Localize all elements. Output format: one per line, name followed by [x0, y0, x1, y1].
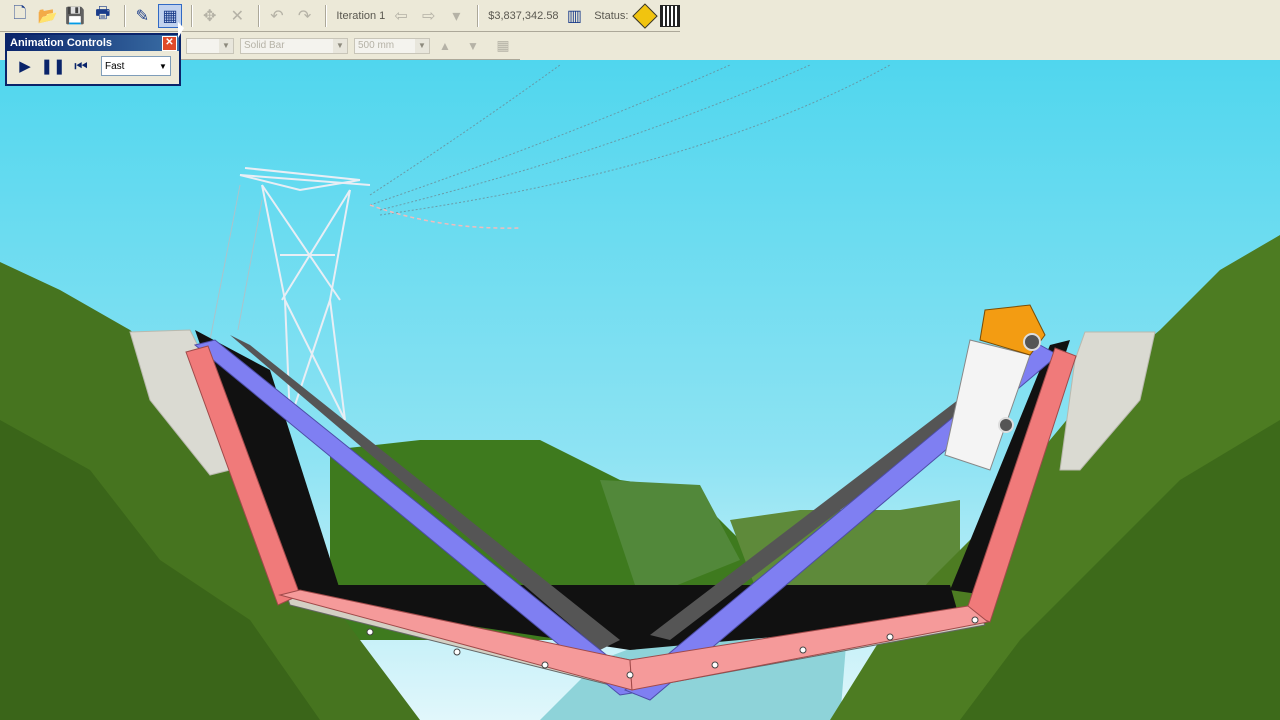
- redo-icon[interactable]: ↷: [293, 4, 317, 28]
- chevron-down-icon: ▼: [333, 38, 347, 53]
- speed-value: Fast: [105, 60, 125, 72]
- delete-icon[interactable]: ✕: [225, 4, 249, 28]
- size-select[interactable]: 500 mm ▼: [354, 37, 430, 54]
- previous-iteration-icon[interactable]: ⇦: [389, 4, 413, 28]
- close-icon[interactable]: ✕: [162, 36, 177, 51]
- open-icon[interactable]: 📂: [36, 4, 60, 28]
- select-icon[interactable]: ✥: [198, 4, 222, 28]
- iteration-label: Iteration 1: [336, 9, 386, 22]
- play-icon[interactable]: ▶: [13, 55, 37, 77]
- print-icon[interactable]: 🖶: [91, 4, 115, 28]
- material-select[interactable]: Solid Bar ▼: [240, 37, 348, 54]
- member-list-icon[interactable]: ▦: [492, 34, 514, 58]
- material-value: Solid Bar: [244, 40, 285, 51]
- decrease-size-icon[interactable]: ▼: [464, 34, 482, 58]
- chevron-down-icon: ▼: [159, 61, 167, 71]
- member-type-select[interactable]: ▼: [186, 37, 234, 54]
- toolbar-separator: [477, 4, 480, 27]
- status-warning-icon[interactable]: [632, 2, 658, 29]
- status-label: Status:: [594, 9, 629, 22]
- size-value: 500 mm: [358, 40, 395, 51]
- animation-controls-title: Animation Controls: [10, 37, 113, 49]
- toolbar-separator: [325, 4, 328, 27]
- toolbar-separator: [123, 4, 126, 27]
- main-toolbar: 🗋 📂 💾 🖶 ✎ ▦ ✥ ✕ ↶ ↷ Iteration 1 ⇦ ⇨ ▾ $3…: [0, 0, 680, 32]
- rewind-icon[interactable]: ⏮: [69, 55, 93, 77]
- undo-icon[interactable]: ↶: [265, 4, 289, 28]
- animation-controls-panel: Animation Controls ✕ ▶ ❚❚ ⏮ Fast ▼: [5, 33, 181, 86]
- draw-icon[interactable]: ✎: [131, 4, 155, 28]
- new-icon[interactable]: 🗋: [8, 4, 32, 28]
- bridge-simulation-scene: [0, 60, 1280, 720]
- save-icon[interactable]: 💾: [63, 4, 87, 28]
- chevron-down-icon: ▼: [219, 38, 233, 53]
- member-toolbar: ▼ Solid Bar ▼ 500 mm ▼ ▲ ▼ ▦: [180, 32, 520, 60]
- speed-select[interactable]: Fast ▼: [101, 56, 171, 76]
- chevron-down-icon: ▼: [415, 38, 429, 53]
- iteration-dropdown-icon[interactable]: ▾: [445, 4, 469, 28]
- increase-size-icon[interactable]: ▲: [436, 34, 454, 58]
- cost-label: $3,837,342.58: [488, 9, 559, 22]
- pause-icon[interactable]: ❚❚: [40, 55, 65, 77]
- next-iteration-icon[interactable]: ⇨: [417, 4, 441, 28]
- load-test-icon[interactable]: [660, 4, 680, 27]
- toolbar-separator: [190, 4, 193, 27]
- toolbar-separator: [258, 4, 261, 27]
- mouse-cursor: [178, 22, 184, 38]
- animation-controls-titlebar[interactable]: Animation Controls ✕: [7, 35, 179, 51]
- cost-report-icon[interactable]: ▥: [563, 4, 587, 28]
